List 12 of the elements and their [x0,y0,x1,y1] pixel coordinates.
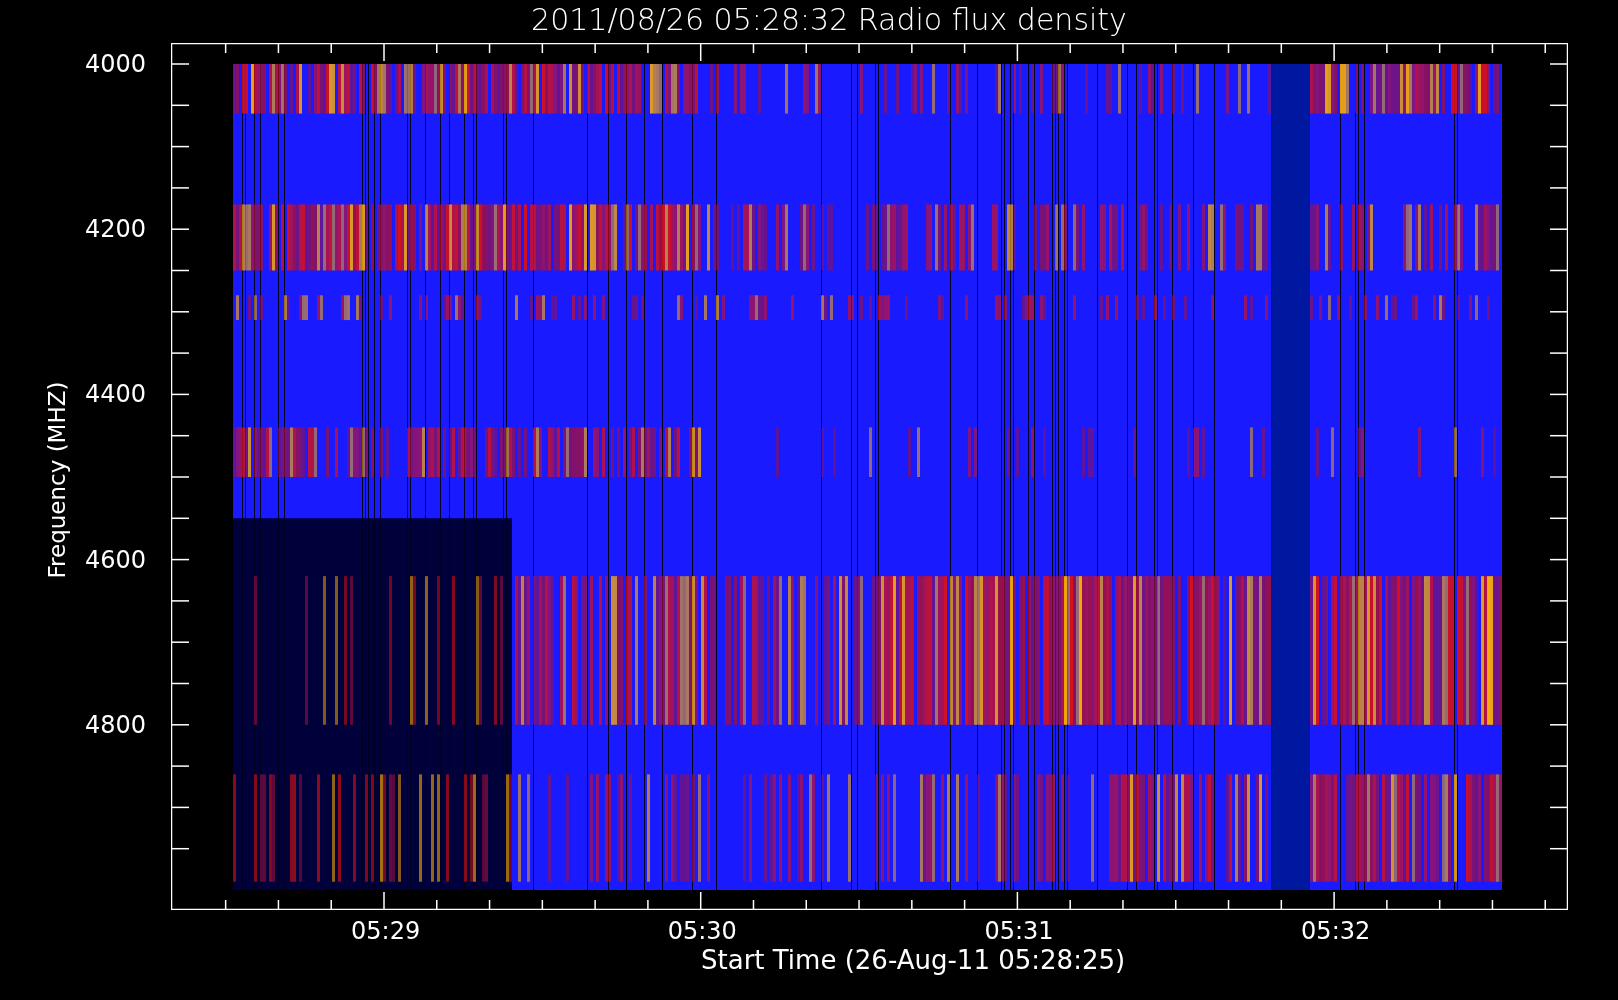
x-tick-label: 05:31 [984,917,1054,945]
x-tick-label: 05:32 [1301,917,1371,945]
y-tick-label: 4800 [85,710,147,739]
chart-title: 2011/08/26 05:28:32 Radio flux density [531,1,1127,39]
y-tick-label: 4600 [85,545,147,574]
y-axis-label: Frequency (MHZ) [43,381,71,579]
y-tick-label: 4400 [85,380,147,409]
x-tick-label: 05:29 [351,917,421,945]
y-tick-label: 4000 [85,50,147,78]
x-tick-label: 05:30 [667,917,737,945]
y-tick-label: 4200 [85,215,147,244]
x-axis-label: Start Time (26-Aug-11 05:28:25) [701,945,1126,975]
